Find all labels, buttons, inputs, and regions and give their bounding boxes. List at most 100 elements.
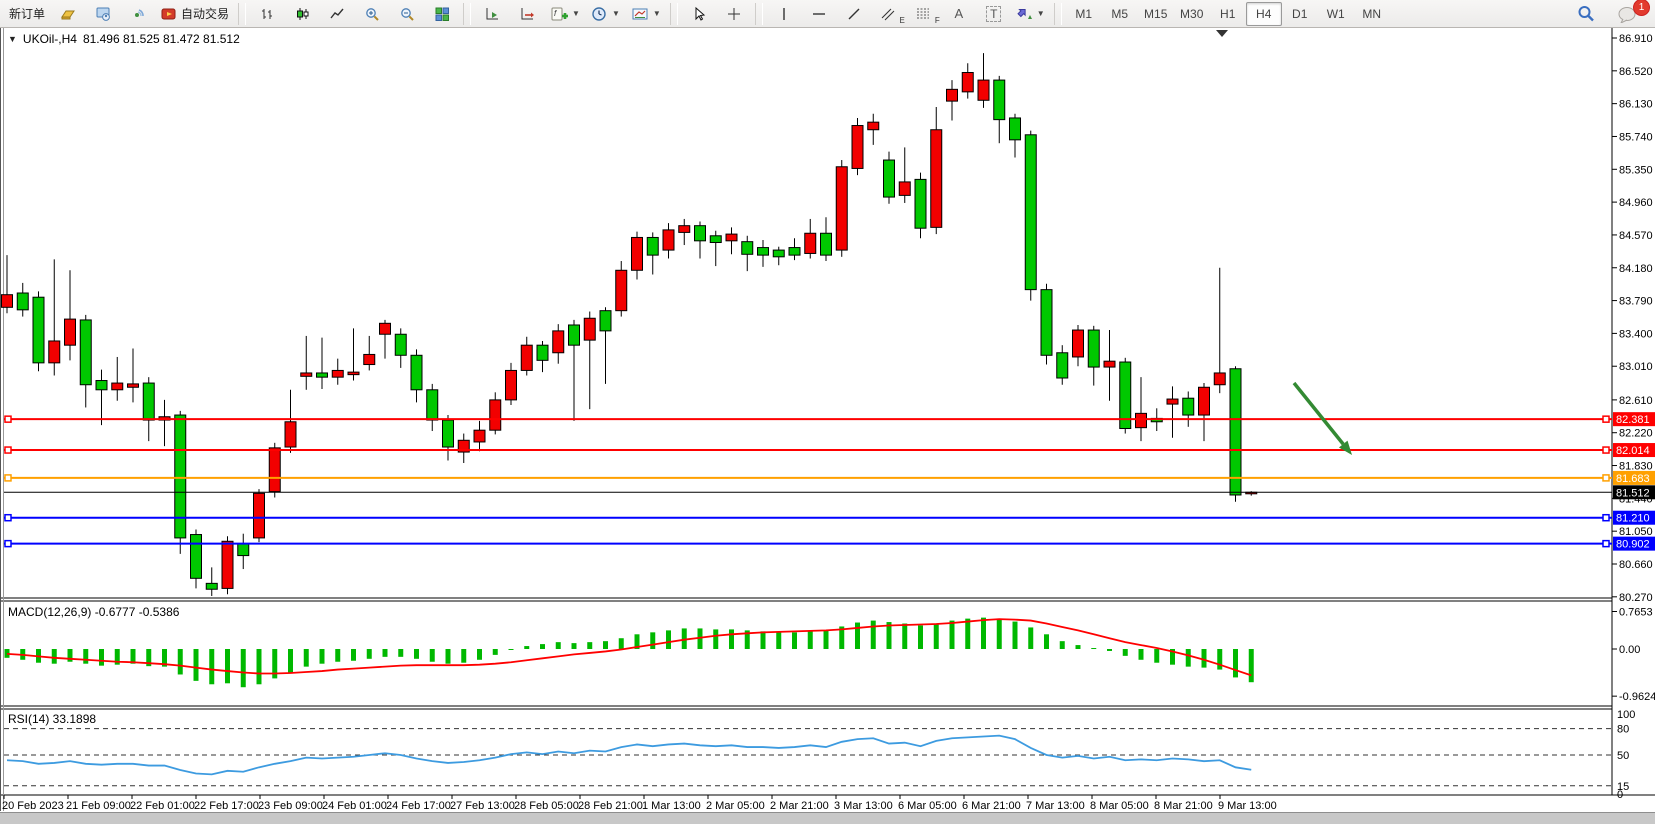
price-tick-label: 81.050 bbox=[1619, 526, 1653, 538]
time-tick-label: 22 Feb 01:00 bbox=[130, 800, 195, 812]
line-anchor[interactable] bbox=[1603, 515, 1609, 521]
macd-histogram-bar bbox=[855, 623, 860, 649]
line-chart-type-button[interactable] bbox=[320, 2, 354, 26]
candle-body bbox=[364, 354, 375, 364]
timeframe-button-m1[interactable]: M1 bbox=[1066, 2, 1102, 26]
time-tick-label: 28 Feb 21:00 bbox=[578, 800, 643, 812]
charts-button[interactable] bbox=[51, 2, 85, 26]
signal-button[interactable] bbox=[121, 2, 155, 26]
macd-histogram-bar bbox=[1139, 649, 1144, 660]
chevron-down-icon: ▼ bbox=[612, 9, 620, 18]
new-order-button[interactable]: 新订单 bbox=[4, 2, 50, 26]
window-bottom-strip bbox=[0, 812, 1655, 824]
line-anchor[interactable] bbox=[5, 541, 11, 547]
candle-body bbox=[1199, 387, 1210, 415]
text-tool-letter: A bbox=[954, 6, 963, 21]
market-watch-button[interactable] bbox=[86, 2, 120, 26]
toolbar-separator bbox=[463, 3, 471, 25]
crosshair-tool-button[interactable] bbox=[717, 2, 751, 26]
search-button[interactable] bbox=[1569, 2, 1603, 26]
price-tick-label: 80.660 bbox=[1619, 559, 1653, 571]
line-anchor[interactable] bbox=[1603, 475, 1609, 481]
templates-button[interactable]: ▼ bbox=[626, 2, 666, 26]
line-anchor[interactable] bbox=[5, 416, 11, 422]
macd-histogram-bar bbox=[241, 649, 246, 687]
vertical-line-tool-button[interactable] bbox=[767, 2, 801, 26]
auto-scroll-button[interactable] bbox=[475, 2, 509, 26]
time-tick-label: 6 Mar 05:00 bbox=[898, 800, 957, 812]
equidistant-channel-tool-button[interactable]: E bbox=[872, 2, 906, 26]
macd-histogram-bar bbox=[950, 621, 955, 649]
macd-histogram-bar bbox=[304, 649, 309, 667]
line-anchor[interactable] bbox=[5, 475, 11, 481]
trendline-tool-button[interactable] bbox=[837, 2, 871, 26]
macd-histogram-bar bbox=[871, 621, 876, 649]
chart-shift-button[interactable] bbox=[510, 2, 544, 26]
candle-body bbox=[1073, 330, 1084, 357]
tile-windows-button[interactable] bbox=[425, 2, 459, 26]
header-collapse-icon[interactable]: ▼ bbox=[8, 34, 17, 44]
line-anchor[interactable] bbox=[1603, 447, 1609, 453]
horizontal-line-tool-button[interactable] bbox=[802, 2, 836, 26]
timeframe-button-d1[interactable]: D1 bbox=[1282, 2, 1318, 26]
macd-tick-label: -0.9624 bbox=[1619, 691, 1655, 703]
indicators-button[interactable]: f ▼ bbox=[545, 2, 585, 26]
macd-histogram-bar bbox=[1233, 649, 1238, 677]
macd-histogram-bar bbox=[446, 649, 451, 664]
text-tool-button[interactable]: A bbox=[942, 2, 976, 26]
macd-histogram-bar bbox=[934, 624, 939, 649]
macd-histogram-bar bbox=[398, 649, 403, 657]
macd-histogram-bar bbox=[556, 642, 561, 649]
timeframe-button-h1[interactable]: H1 bbox=[1210, 2, 1246, 26]
annotation-arrow-line[interactable] bbox=[1294, 383, 1343, 444]
candle-body bbox=[1230, 369, 1241, 495]
candle-body bbox=[569, 325, 580, 345]
toolbar-separator bbox=[755, 3, 763, 25]
bar-chart-type-button[interactable] bbox=[250, 2, 284, 26]
candle-body bbox=[2, 295, 13, 308]
macd-histogram-bar bbox=[383, 649, 388, 657]
macd-histogram-bar bbox=[965, 619, 970, 649]
macd-histogram-bar bbox=[792, 632, 797, 649]
time-tick-label: 9 Mar 13:00 bbox=[1218, 800, 1277, 812]
price-line-badge-label: 81.683 bbox=[1616, 473, 1650, 485]
gold-ingot-icon bbox=[60, 6, 77, 22]
periods-button[interactable]: ▼ bbox=[586, 2, 625, 26]
candle-body bbox=[348, 372, 359, 375]
candle-body bbox=[128, 384, 139, 387]
price-tick-label: 86.520 bbox=[1619, 66, 1653, 78]
line-anchor[interactable] bbox=[5, 447, 11, 453]
text-label-tool-button[interactable]: T bbox=[977, 2, 1011, 26]
candle-body bbox=[65, 319, 76, 345]
line-anchor[interactable] bbox=[1603, 416, 1609, 422]
arrows-tool-button[interactable]: ▼ bbox=[1012, 2, 1050, 26]
cursor-icon bbox=[691, 6, 707, 22]
timeframe-button-mn[interactable]: MN bbox=[1354, 2, 1390, 26]
macd-histogram-bar bbox=[1028, 627, 1033, 649]
auto-trading-button[interactable]: 自动交易 bbox=[156, 2, 234, 26]
candle-body bbox=[1136, 413, 1147, 427]
line-anchor[interactable] bbox=[5, 515, 11, 521]
line-anchor[interactable] bbox=[1603, 541, 1609, 547]
chart-shift-marker[interactable] bbox=[1216, 30, 1228, 37]
candle-body bbox=[584, 318, 595, 340]
timeframe-button-m5[interactable]: M5 bbox=[1102, 2, 1138, 26]
macd-histogram-bar bbox=[981, 618, 986, 649]
price-line-badge-label: 81.210 bbox=[1616, 513, 1650, 525]
timeframe-button-m30[interactable]: M30 bbox=[1174, 2, 1210, 26]
zoom-out-button[interactable] bbox=[390, 2, 424, 26]
zoom-in-button[interactable] bbox=[355, 2, 389, 26]
rsi-tick-label: 100 bbox=[1617, 709, 1635, 721]
chart-area[interactable]: 86.91086.52086.13085.74085.35084.96084.5… bbox=[0, 28, 1655, 812]
notifications-button[interactable]: 1 bbox=[1611, 2, 1645, 26]
candle-body bbox=[206, 583, 217, 589]
timeframe-button-h4[interactable]: H4 bbox=[1246, 2, 1282, 26]
fibonacci-tool-button[interactable]: F bbox=[907, 2, 941, 26]
chart-shift-icon bbox=[519, 6, 536, 22]
cursor-tool-button[interactable] bbox=[682, 2, 716, 26]
timeframe-button-m15[interactable]: M15 bbox=[1138, 2, 1174, 26]
candlestick-chart-type-button[interactable] bbox=[285, 2, 319, 26]
macd-indicator-label: MACD(12,26,9) -0.6777 -0.5386 bbox=[8, 605, 179, 619]
candle-body bbox=[710, 236, 721, 243]
timeframe-button-w1[interactable]: W1 bbox=[1318, 2, 1354, 26]
